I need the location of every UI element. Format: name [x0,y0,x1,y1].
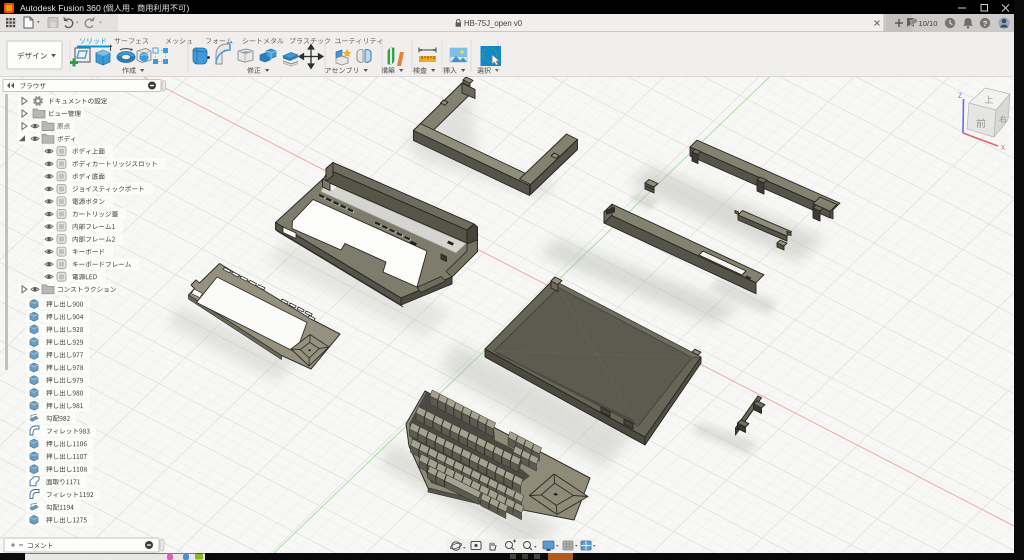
svg-text:?: ? [983,19,988,28]
svg-text:HB-75J_open v0: HB-75J_open v0 [464,19,523,28]
svg-text:10/10: 10/10 [919,19,938,28]
svg-text:Autodesk Fusion 360 (: Autodesk Fusion 360 ( [20,3,106,13]
svg-text:-: - [131,3,134,13]
svg-text:): ) [187,3,190,13]
